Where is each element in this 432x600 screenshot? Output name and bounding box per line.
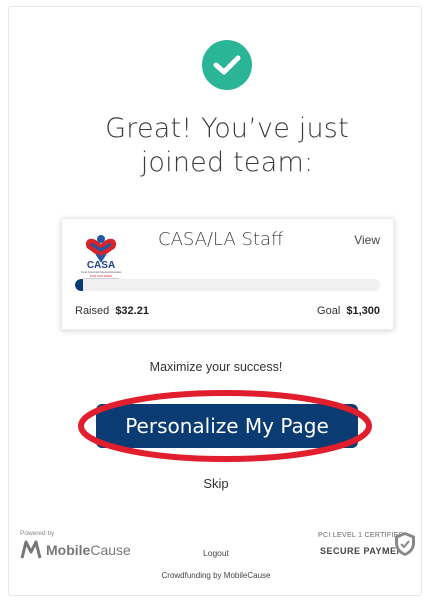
- confirmation-headline: Great! You’ve just joined team:: [40, 112, 414, 180]
- goal-value: $1,300: [346, 305, 380, 317]
- goal-label: Goal: [317, 305, 341, 317]
- casa-tagline: FOR CHILDREN: [90, 274, 113, 278]
- fundraising-progress-bar: [75, 279, 380, 291]
- headline-line-1: Great! You’ve just: [105, 113, 349, 144]
- powered-by-label: Powered by: [20, 530, 55, 537]
- raised-label: Raised: [75, 305, 110, 317]
- crowdfunding-credit: Crowdfunding by MobileCause: [161, 571, 271, 580]
- check-circle-icon: [202, 40, 252, 90]
- casa-logo: CASA Court Appointed Special Advocates F…: [77, 228, 125, 286]
- shield-check-icon: [395, 532, 415, 556]
- casa-wordmark: CASA: [87, 260, 115, 271]
- raised-value: $32.21: [115, 305, 149, 317]
- team-card: CASA Court Appointed Special Advocates F…: [61, 218, 394, 330]
- progress-fill: [75, 279, 83, 291]
- headline-line-2: joined team:: [140, 147, 314, 178]
- view-team-link[interactable]: View: [354, 233, 380, 247]
- goal-amount: Goal $1,300: [317, 305, 380, 317]
- team-name: CASA/LA Staff: [158, 229, 284, 250]
- pci-certified-label: PCI LEVEL 1 CERTIFIED: [318, 532, 405, 539]
- skip-link[interactable]: Skip: [0, 476, 432, 491]
- maximize-text: Maximize your success!: [149, 360, 283, 374]
- personalize-my-page-button[interactable]: Personalize My Page: [96, 404, 358, 448]
- raised-amount: Raised $32.21: [75, 305, 149, 317]
